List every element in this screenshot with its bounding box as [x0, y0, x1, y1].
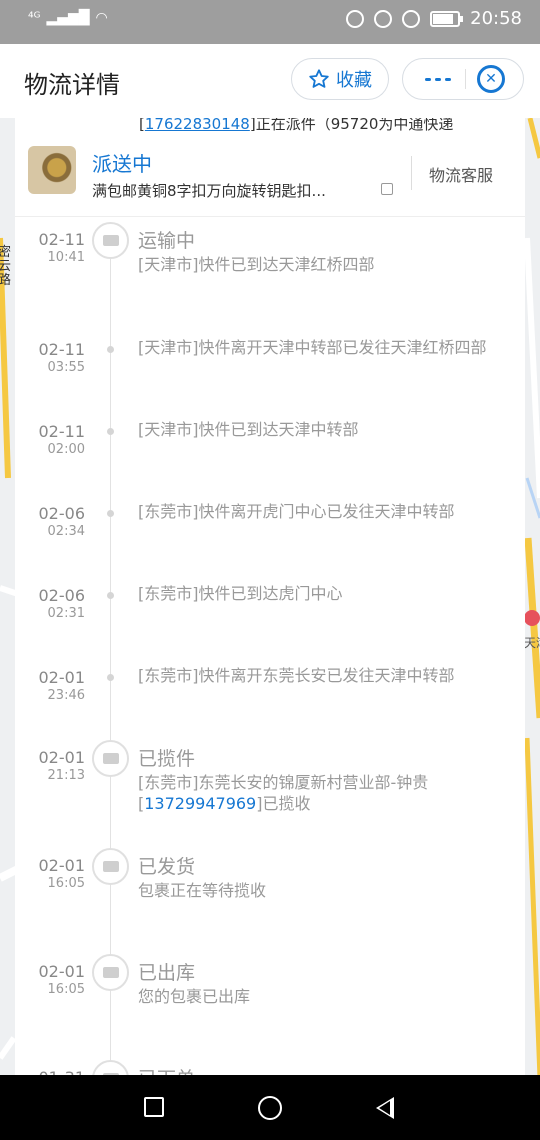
signal-indicator: ⁴ᴳ ▂▄▆█ ◠ [28, 10, 108, 26]
pickup-truck-icon [92, 740, 129, 777]
close-icon: ✕ [485, 71, 497, 87]
edit-icon[interactable] [381, 183, 393, 195]
event-time: 02:00 [47, 442, 85, 457]
collector-phone-link[interactable]: 13729947969 [144, 794, 256, 813]
map-poi-label: 天津 [524, 636, 540, 650]
event-title: 运输中 [138, 230, 196, 252]
event-date: 02-01 [38, 668, 86, 687]
system-nav-bar [0, 1075, 540, 1140]
event-date: 02-11 [38, 340, 86, 359]
event-text: [东莞市]快件已到达虎门中心 [138, 584, 343, 603]
alarm-icon [402, 9, 421, 28]
event-date: 02-11 [38, 230, 86, 249]
close-button[interactable]: ✕ [477, 65, 505, 93]
event-date: 02-06 [38, 504, 86, 523]
back-button[interactable] [376, 1097, 394, 1119]
event-date: 02-01 [38, 748, 86, 767]
event-time: 02:34 [47, 524, 85, 539]
courier-phone-link[interactable]: 17622830148 [145, 118, 250, 133]
map-road-label: 密云路 [0, 245, 12, 288]
logistics-card: [17622830148]正在派件（95720为中通快递 派送中 满包邮黄铜8字… [15, 118, 525, 1078]
product-thumbnail [28, 146, 76, 194]
event-time: 16:05 [47, 876, 85, 891]
product-name: 满包邮黄铜8字扣万向旋转钥匙扣... [92, 182, 326, 200]
battery-icon [430, 10, 464, 27]
timeline-dot [107, 428, 114, 435]
timeline-dot [107, 510, 114, 517]
wifi-icon: ◠ [95, 10, 108, 26]
home-button[interactable] [258, 1096, 282, 1120]
event-text: [东莞市]快件离开虎门中心已发往天津中转部 [138, 502, 455, 521]
event-text: [天津市]快件离开天津中转部已发往天津红桥四部 [138, 338, 487, 357]
event-text: [东莞市]快件离开东莞长安已发往天津中转部 [138, 666, 455, 685]
package-summary[interactable]: 派送中 满包邮黄铜8字扣万向旋转钥匙扣... 物流客服 [15, 136, 525, 217]
latest-update-text: [17622830148]正在派件（95720为中通快递 [139, 118, 453, 132]
event-text: 包裹正在等待揽收 [138, 881, 267, 900]
star-icon [309, 69, 329, 88]
delivery-status: 派送中 [92, 152, 152, 176]
timeline-dot [107, 346, 114, 353]
event-date: 02-01 [38, 962, 86, 981]
app-header: 物流详情 收藏 ✕ [0, 44, 540, 119]
status-bar: ⁴ᴳ ▂▄▆█ ◠ 20:58 [0, 0, 540, 44]
clock: 20:58 [470, 8, 522, 29]
summary-divider [411, 156, 412, 190]
favorite-label: 收藏 [336, 70, 372, 91]
event-time: 10:41 [47, 250, 85, 265]
event-date: 02-01 [38, 856, 86, 875]
page-title: 物流详情 [24, 71, 120, 99]
nfc-icon [346, 9, 365, 28]
capsule-divider [465, 69, 466, 89]
event-text: [天津市]快件已到达天津中转部 [138, 420, 359, 439]
eye-icon [374, 9, 393, 28]
event-title: 已揽件 [138, 748, 196, 770]
event-title: 已发货 [138, 856, 196, 878]
recent-apps-button[interactable] [144, 1097, 164, 1117]
more-button[interactable] [413, 59, 463, 99]
event-text: [东莞市]东莞长安的锦厦新村营业部-钟贵[13729947969]已揽收 [138, 773, 429, 813]
event-time: 23:46 [47, 688, 85, 703]
timeline-dot [107, 674, 114, 681]
event-time: 03:55 [47, 360, 85, 375]
capsule-menu: ✕ [402, 58, 524, 100]
event-date: 02-11 [38, 422, 86, 441]
timeline-line [110, 226, 111, 1078]
network-type-label: ⁴ᴳ [28, 10, 41, 26]
event-time: 16:05 [47, 982, 85, 997]
event-title: 已出库 [138, 962, 196, 984]
event-time: 21:13 [47, 768, 85, 783]
truck-icon [92, 222, 129, 259]
timeline-dot [107, 592, 114, 599]
event-text: 您的包裹已出库 [138, 987, 251, 1006]
signal-icon: ▂▄▆█ [46, 10, 90, 26]
event-time: 02:31 [47, 606, 85, 621]
logistics-service-button[interactable]: 物流客服 [429, 162, 493, 186]
shipped-box-icon [92, 848, 129, 885]
event-text: [天津市]快件已到达天津红桥四部 [138, 255, 375, 274]
map-poi-marker [524, 610, 540, 626]
warehouse-icon [92, 954, 129, 991]
event-date: 02-06 [38, 586, 86, 605]
favorite-button[interactable]: 收藏 [291, 58, 389, 100]
